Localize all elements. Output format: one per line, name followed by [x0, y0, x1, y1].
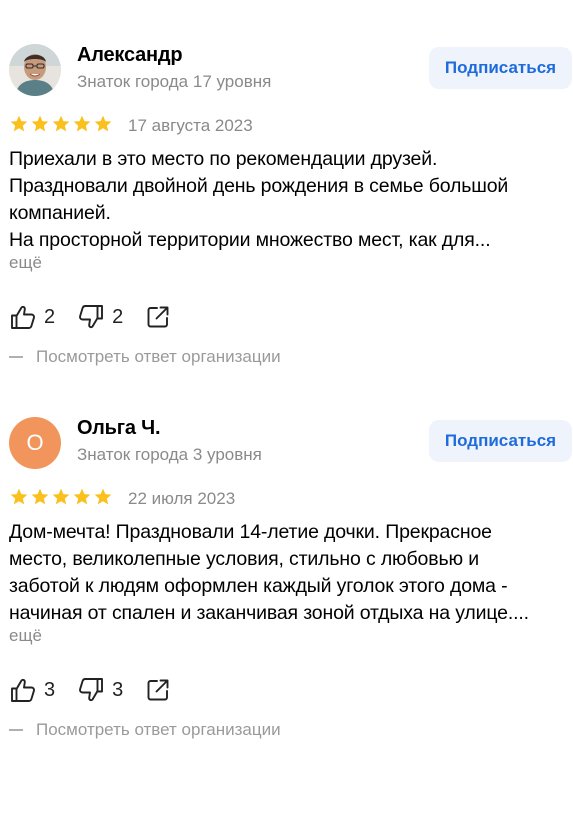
view-org-answer[interactable]: Посмотреть ответ организации	[9, 720, 281, 740]
author-name[interactable]: Ольга Ч.	[77, 417, 161, 440]
like-count: 2	[44, 305, 56, 328]
review-text-line: заботой к людям оформлен каждый уголок э…	[9, 575, 508, 597]
author-level: Знаток города 17 уровня	[77, 72, 272, 91]
star-icon	[94, 115, 112, 132]
star-icon	[73, 488, 91, 505]
share-icon	[147, 679, 169, 701]
star-icon	[10, 115, 28, 132]
review-date: 17 августа 2023	[128, 116, 253, 135]
share-button[interactable]	[145, 675, 171, 705]
review-actions: 3 3	[9, 675, 171, 705]
like-button[interactable]: 2	[9, 302, 55, 332]
dislike-button[interactable]: 3	[77, 675, 123, 705]
review-date: 22 июля 2023	[128, 489, 236, 508]
review-actions: 2 2	[9, 302, 171, 332]
review-text-line: Праздновали двойной день рождения в семь…	[9, 175, 509, 197]
thumbs-up-icon	[11, 305, 35, 329]
star-icon	[52, 115, 70, 132]
star-icon	[10, 488, 28, 505]
rating-stars	[9, 114, 113, 136]
avatar[interactable]: О	[9, 417, 61, 469]
subscribe-button[interactable]: Подписаться	[429, 47, 572, 89]
thumbs-up-icon	[11, 678, 35, 702]
avatar-photo-icon	[9, 44, 61, 96]
view-org-answer[interactable]: Посмотреть ответ организации	[9, 347, 281, 367]
author-name[interactable]: Александр	[77, 44, 183, 67]
like-count: 3	[44, 678, 56, 701]
dash-divider	[9, 729, 23, 731]
review-text-line: место, великолепные условия, стильно с л…	[9, 548, 479, 570]
thumbs-down-icon	[79, 305, 104, 329]
review-text-line: компанией.	[9, 202, 111, 224]
dash-divider	[9, 356, 23, 358]
review-text-line: начиная от спален и заканчивая зоной отд…	[9, 602, 529, 624]
share-icon	[147, 306, 169, 328]
review-text-line: Приехали в это место по рекомендации дру…	[9, 148, 438, 170]
view-org-answer-label: Посмотреть ответ организации	[36, 720, 281, 739]
avatar[interactable]	[9, 44, 61, 96]
review-text: Дом-мечта! Праздновали 14-летие дочки. П…	[9, 519, 571, 627]
thumbs-down-icon	[79, 678, 104, 702]
author-level: Знаток города 3 уровня	[77, 445, 262, 464]
star-icon	[94, 488, 112, 505]
star-icon	[73, 115, 91, 132]
review-text: Приехали в это место по рекомендации дру…	[9, 146, 571, 254]
avatar-letter: О	[26, 430, 44, 455]
star-icon	[52, 488, 70, 505]
review-text-line: Дом-мечта! Праздновали 14-летие дочки. П…	[9, 521, 492, 543]
review-text-line: На просторной территории множество мест,…	[9, 229, 491, 251]
more-link[interactable]: ещё	[9, 626, 42, 646]
dislike-button[interactable]: 2	[77, 302, 123, 332]
view-org-answer-label: Посмотреть ответ организации	[36, 347, 281, 366]
more-link[interactable]: ещё	[9, 253, 42, 273]
subscribe-button[interactable]: Подписаться	[429, 420, 572, 462]
rating-stars	[9, 487, 113, 509]
star-icon	[31, 488, 49, 505]
share-button[interactable]	[145, 302, 171, 332]
dislike-count: 2	[112, 305, 124, 328]
dislike-count: 3	[112, 678, 124, 701]
star-icon	[31, 115, 49, 132]
like-button[interactable]: 3	[9, 675, 55, 705]
